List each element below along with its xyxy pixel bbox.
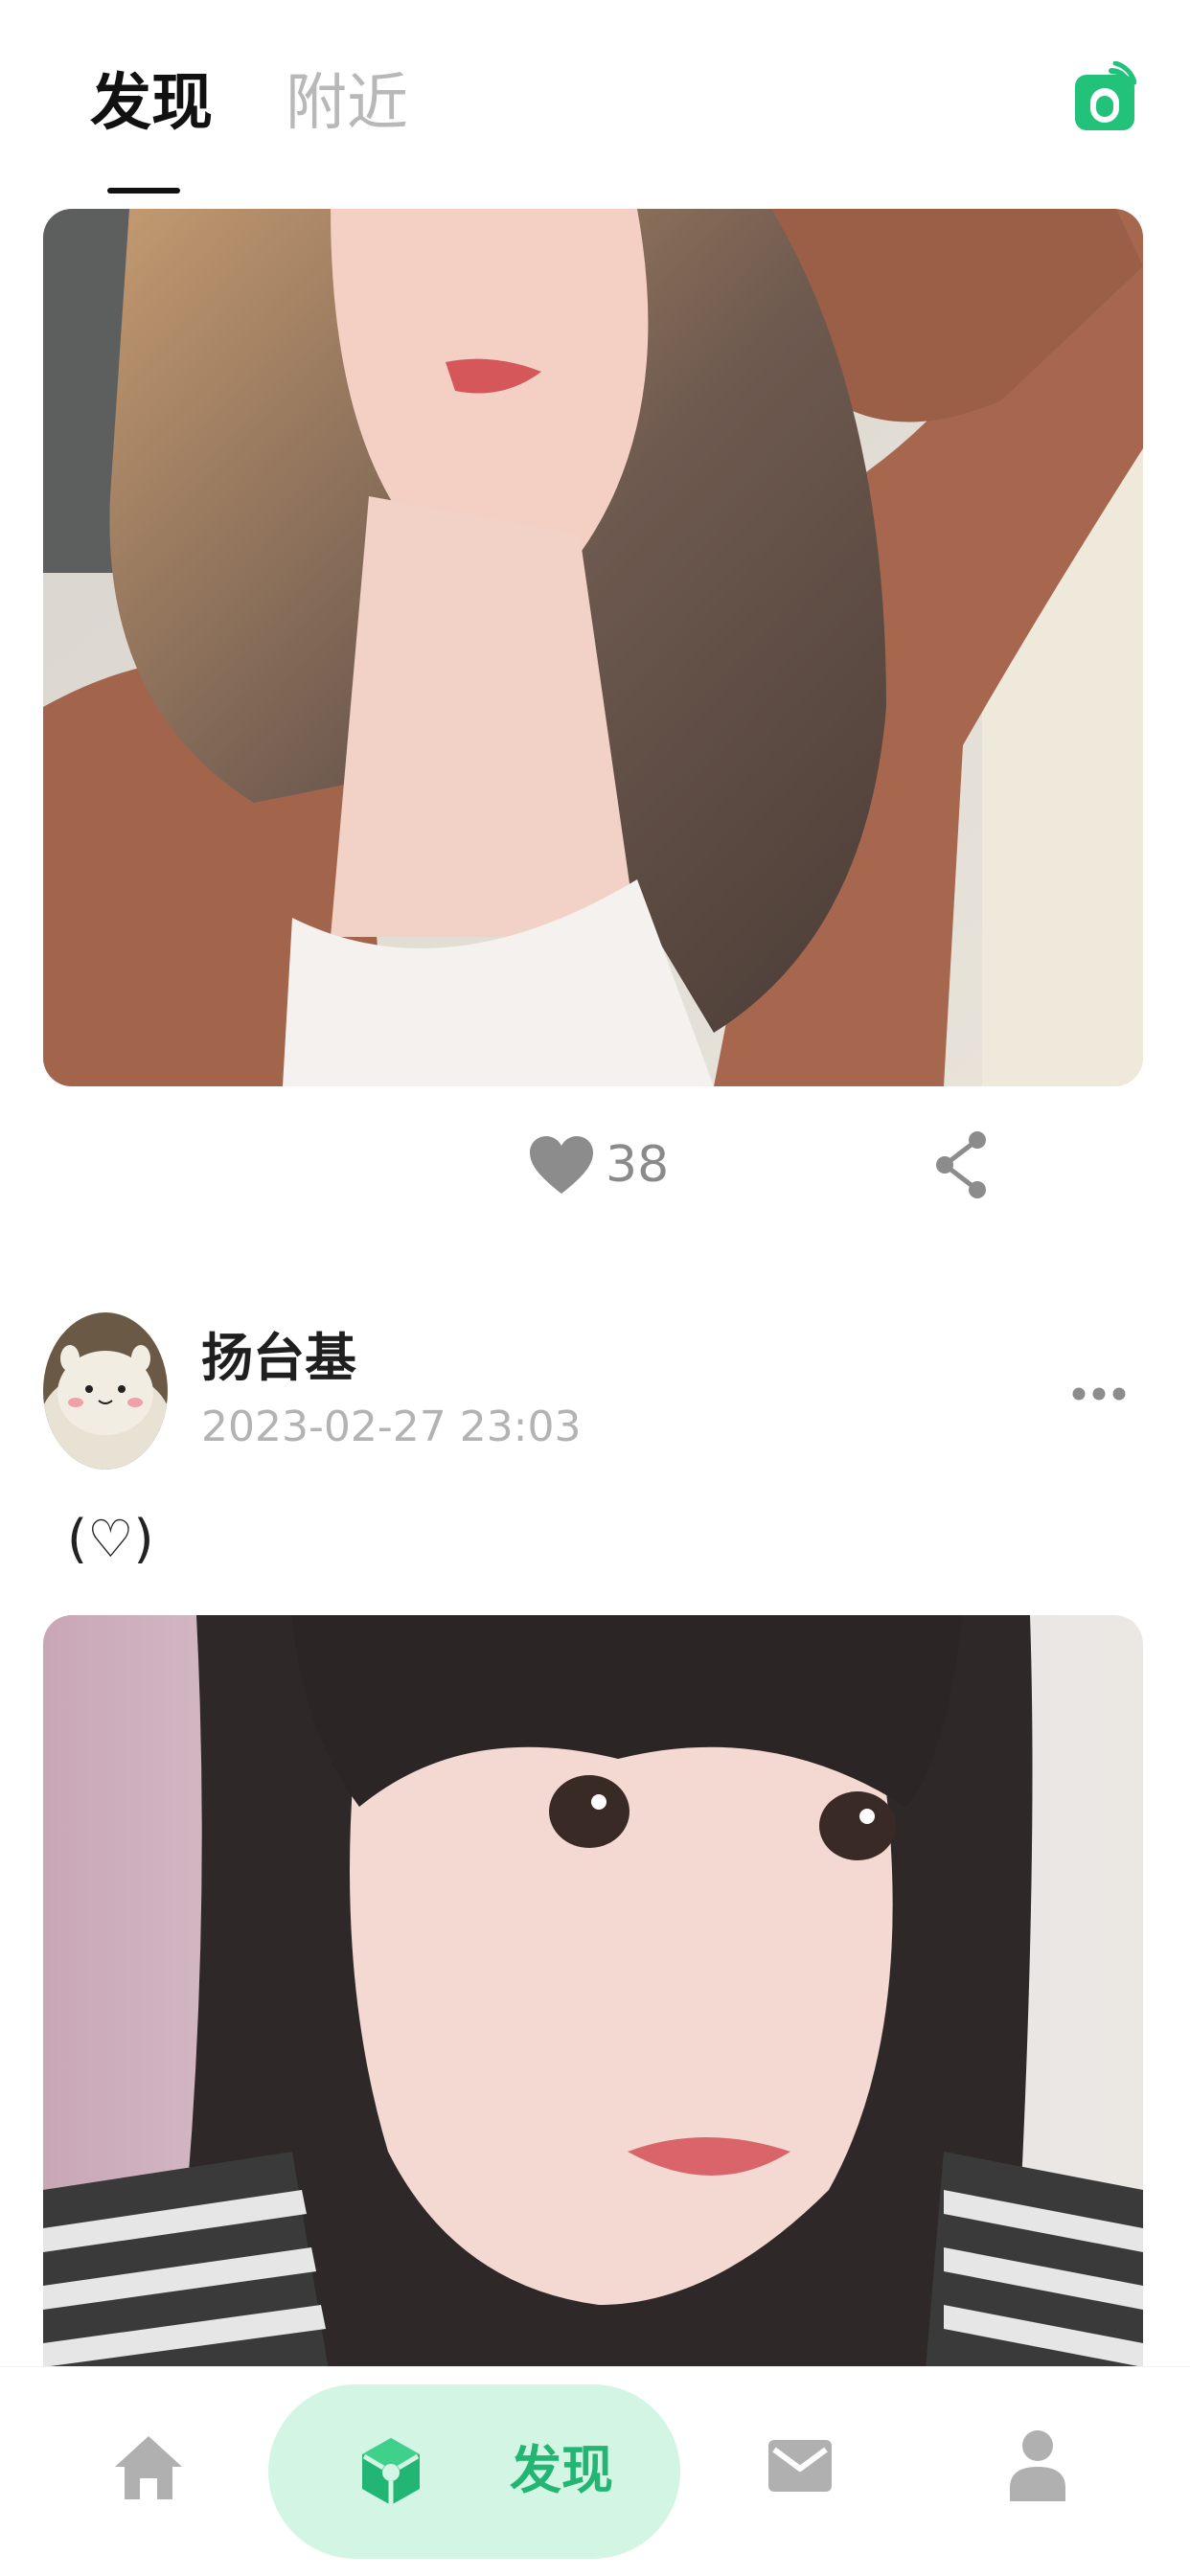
post-timestamp: 2023-02-27 23:03: [201, 1402, 582, 1451]
post-caption: (♡): [67, 1509, 154, 1569]
post-author[interactable]: 扬台基: [201, 1327, 356, 1390]
home-icon[interactable]: [113, 2434, 184, 2501]
tab-discover[interactable]: 发现: [90, 65, 213, 142]
top-header: 发现 附近: [0, 0, 1190, 206]
post-photo[interactable]: [43, 1615, 1143, 2382]
more-dots-icon: [1072, 1387, 1126, 1401]
tab-nearby[interactable]: 附近: [286, 65, 408, 142]
nav-discover-label: 发现: [510, 2440, 613, 2500]
share-icon[interactable]: [933, 1130, 991, 1199]
nav-discover[interactable]: 发现: [268, 2384, 680, 2559]
like-count: 38: [606, 1136, 670, 1194]
camera-icon: [1075, 60, 1137, 130]
avatar[interactable]: [43, 1312, 168, 1470]
active-tab-indicator: [107, 188, 180, 194]
person-icon[interactable]: [1010, 2428, 1065, 2501]
more-button[interactable]: [1071, 1379, 1127, 1408]
camera-button[interactable]: [1073, 60, 1137, 132]
bottom-navigation: 发现: [0, 2366, 1190, 2576]
discover-cube-icon: [362, 2438, 420, 2505]
heart-icon[interactable]: [530, 1136, 593, 1196]
post-actions: 38: [0, 1121, 1190, 1207]
post-photo[interactable]: [43, 209, 1143, 1086]
mail-icon[interactable]: [768, 2436, 832, 2496]
